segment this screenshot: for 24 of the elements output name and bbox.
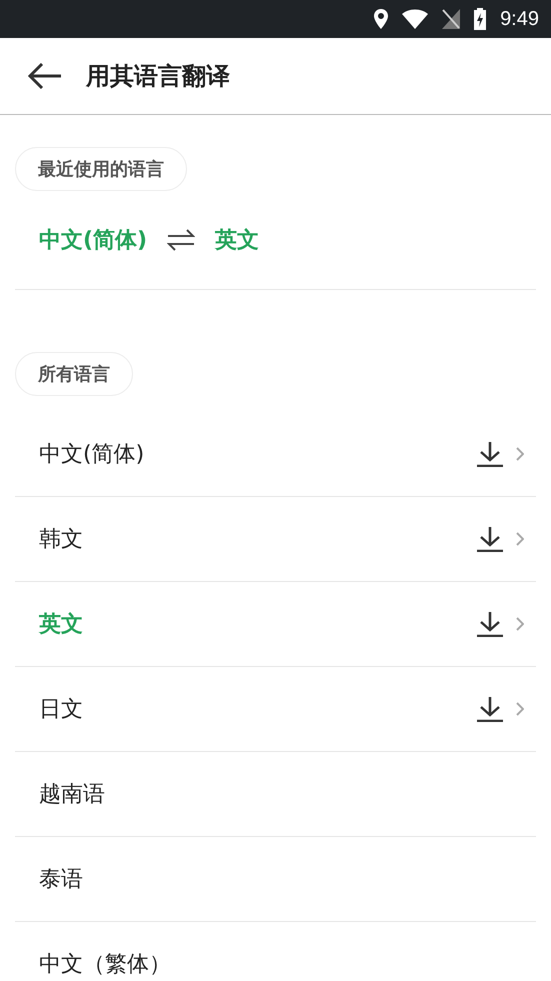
battery-icon xyxy=(474,8,486,30)
download-icon[interactable] xyxy=(476,611,504,637)
back-icon[interactable] xyxy=(28,63,62,89)
chevron-icon xyxy=(516,702,524,716)
wifi-icon xyxy=(402,9,428,29)
language-row[interactable]: 越南语 xyxy=(15,752,536,837)
language-row[interactable]: 中文(简体) xyxy=(15,412,536,497)
status-time: 9:49 xyxy=(500,8,539,30)
swap-icon[interactable] xyxy=(167,228,196,252)
page-title: 用其语言翻译 xyxy=(86,61,230,92)
download-icon[interactable] xyxy=(476,441,504,467)
section-label: 最近使用的语言 xyxy=(15,147,187,191)
section-label: 所有语言 xyxy=(15,352,133,396)
location-icon xyxy=(374,9,388,29)
chevron-icon xyxy=(516,532,524,546)
chevron-icon xyxy=(516,447,524,461)
language-row[interactable]: 日文 xyxy=(15,667,536,752)
language-row[interactable]: 中文（繁体） xyxy=(15,922,536,981)
language-row[interactable]: 韩文 xyxy=(15,497,536,582)
signal-icon xyxy=(442,9,460,29)
language-row[interactable]: 泰语 xyxy=(15,837,536,922)
download-icon[interactable] xyxy=(476,526,504,552)
download-icon[interactable] xyxy=(476,696,504,722)
chevron-icon xyxy=(516,617,524,631)
